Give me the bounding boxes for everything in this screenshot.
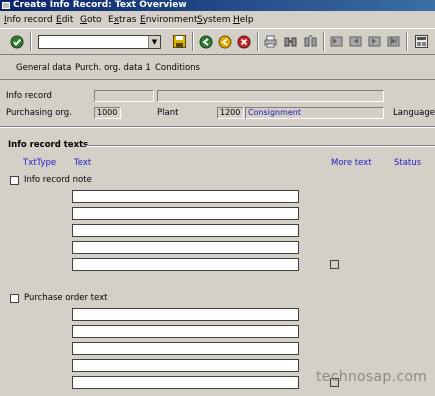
purchase-order-text-label: Purchase order text — [24, 293, 108, 303]
purchase-order-text-line-2[interactable] — [72, 325, 299, 338]
purch-org-data-button[interactable]: Purch. org. data 1 — [75, 63, 151, 73]
back-icon[interactable] — [197, 33, 214, 50]
title-bar: Create Info Record: Text Overview — [0, 0, 435, 11]
menu-info-record[interactable]: Info record — [4, 12, 53, 28]
window-icon — [2, 2, 10, 9]
first-page-icon[interactable] — [328, 33, 345, 50]
last-page-icon[interactable] — [385, 33, 402, 50]
menu-edit[interactable]: Edit — [56, 12, 73, 28]
info-record-note-line-2[interactable] — [72, 207, 299, 220]
info-record-note-more-text-checkbox[interactable] — [330, 260, 339, 269]
column-header-txttype: TxtType — [23, 158, 57, 168]
info-record-label: Info record — [6, 91, 52, 101]
find-next-icon[interactable] — [302, 33, 319, 50]
enter-icon[interactable] — [8, 33, 25, 50]
plant-description: Consignment — [245, 107, 384, 119]
info-record-note-checkbox[interactable] — [10, 176, 19, 185]
watermark: technosap.com — [316, 369, 428, 385]
purchase-order-text-line-3[interactable] — [72, 342, 299, 355]
purchasing-org-label: Purchasing org. — [6, 108, 72, 118]
column-header-more-text: More text — [331, 158, 372, 168]
section-frame-line — [86, 145, 435, 147]
plant-field[interactable]: 1200 — [217, 107, 244, 119]
purchase-order-text-line-1[interactable] — [72, 308, 299, 321]
purchase-order-text-line-5[interactable] — [72, 376, 299, 389]
exit-icon[interactable] — [216, 33, 233, 50]
general-data-button[interactable]: General data — [16, 63, 71, 73]
section-title: Info record texts — [8, 140, 89, 150]
standard-toolbar: ▼ — [0, 28, 435, 55]
application-toolbar: General data Purch. org. data 1 Conditio… — [0, 56, 435, 80]
plant-label: Plant — [157, 108, 179, 118]
info-record-note-line-1[interactable] — [72, 190, 299, 203]
language-label: Language — [393, 108, 435, 118]
menu-environment[interactable]: Environment — [140, 12, 197, 28]
info-record-note-line-5[interactable] — [72, 258, 299, 271]
column-header-status: Status — [394, 158, 422, 168]
menu-system[interactable]: System — [197, 12, 231, 28]
conditions-button[interactable]: Conditions — [155, 63, 200, 73]
previous-page-icon[interactable] — [347, 33, 364, 50]
print-icon[interactable] — [262, 33, 279, 50]
info-record-note-label: Info record note — [24, 175, 92, 185]
menu-help[interactable]: Help — [233, 12, 254, 28]
purchasing-org-field[interactable]: 1000 — [94, 107, 121, 119]
window-title: Create Info Record: Text Overview — [13, 0, 187, 10]
menu-goto[interactable]: Goto — [80, 12, 102, 28]
save-icon[interactable] — [171, 33, 188, 50]
column-header-text: Text — [74, 158, 92, 168]
header-divider — [0, 126, 435, 128]
purchase-order-text-checkbox[interactable] — [10, 294, 19, 303]
layout-icon[interactable] — [413, 33, 430, 50]
chevron-down-icon[interactable]: ▼ — [148, 36, 160, 48]
purchase-order-text-line-4[interactable] — [72, 359, 299, 372]
next-page-icon[interactable] — [366, 33, 383, 50]
info-record-note-line-4[interactable] — [72, 241, 299, 254]
info-record-description — [157, 90, 384, 102]
info-record-note-line-3[interactable] — [72, 224, 299, 237]
command-field[interactable]: ▼ — [38, 35, 161, 49]
find-icon[interactable] — [282, 33, 299, 50]
menu-extras[interactable]: Extras — [108, 12, 136, 28]
cancel-icon[interactable] — [235, 33, 252, 50]
menu-bar: Info record Edit Goto Extras Environment… — [0, 12, 435, 28]
info-record-field[interactable] — [94, 90, 154, 102]
